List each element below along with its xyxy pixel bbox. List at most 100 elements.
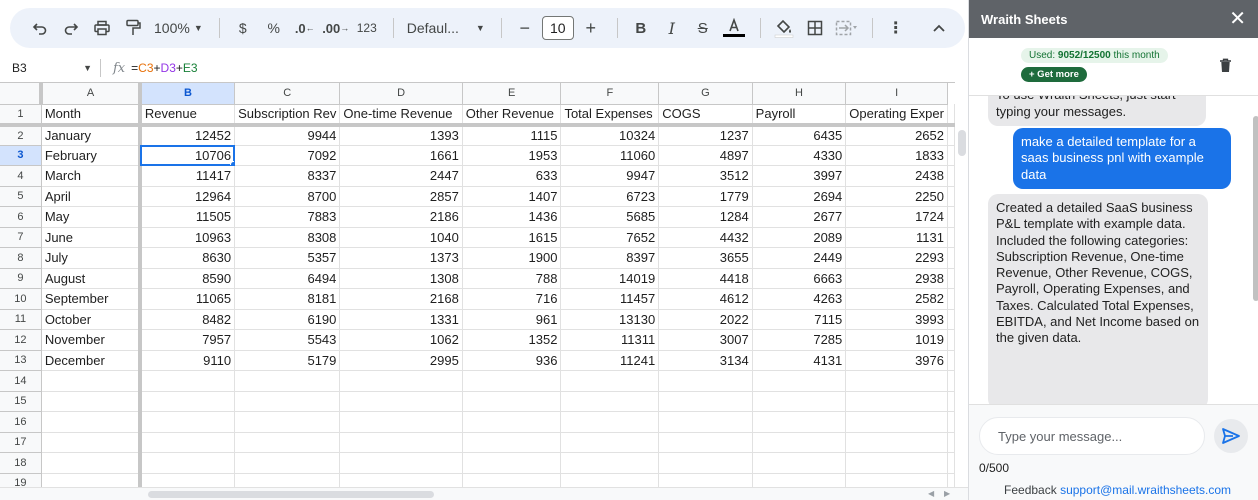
scrollbar-thumb[interactable] xyxy=(958,130,966,156)
row-header[interactable]: 10 xyxy=(0,288,42,310)
cell-a17[interactable] xyxy=(41,432,142,453)
cell-h5[interactable]: 2694 xyxy=(752,186,847,207)
cell-i4[interactable]: 2438 xyxy=(845,165,948,187)
row-header[interactable]: 15 xyxy=(0,391,42,412)
cell-g19[interactable] xyxy=(658,473,753,487)
cell-g8[interactable]: 3655 xyxy=(658,247,753,269)
cell-g7[interactable]: 4432 xyxy=(658,227,753,248)
cell-f17[interactable] xyxy=(560,432,660,453)
cell-e19[interactable] xyxy=(462,473,562,487)
cell-b4[interactable]: 11417 xyxy=(139,165,236,187)
cell-empty[interactable] xyxy=(947,309,955,330)
cell-e6[interactable]: 1436 xyxy=(462,206,562,228)
send-button[interactable] xyxy=(1214,419,1248,453)
cell-h16[interactable] xyxy=(752,411,847,433)
cell-f15[interactable] xyxy=(560,391,660,412)
cell-empty[interactable] xyxy=(947,288,955,310)
cell-a4[interactable]: March xyxy=(41,165,142,187)
cell-empty[interactable] xyxy=(947,411,955,433)
cell-empty[interactable] xyxy=(947,186,955,207)
number-format-button[interactable]: 123 xyxy=(353,14,381,42)
cell-d3[interactable]: 1661 xyxy=(339,145,463,166)
cell-f6[interactable]: 5685 xyxy=(560,206,660,228)
get-more-button[interactable]: + Get more xyxy=(1021,67,1087,82)
cell-h9[interactable]: 6663 xyxy=(752,268,847,289)
cell-d18[interactable] xyxy=(339,452,463,474)
close-icon[interactable]: ✕ xyxy=(1229,9,1246,29)
cell-d16[interactable] xyxy=(339,411,463,433)
column-header-b[interactable]: B xyxy=(139,83,236,105)
cell-b17[interactable] xyxy=(139,432,236,453)
cell-f1[interactable]: Total Expenses xyxy=(560,104,660,127)
cell-b15[interactable] xyxy=(139,391,236,412)
cell-b7[interactable]: 10963 xyxy=(139,227,236,248)
cell-e2[interactable]: 1115 xyxy=(462,124,562,146)
cell-i16[interactable] xyxy=(845,411,948,433)
cell-d6[interactable]: 2186 xyxy=(339,206,463,228)
decrease-decimal-button[interactable]: .0 ← xyxy=(291,14,319,42)
increase-font-size-icon[interactable]: + xyxy=(577,14,605,42)
cell-c4[interactable]: 8337 xyxy=(234,165,341,187)
bold-icon[interactable]: B xyxy=(627,14,655,42)
cell-g4[interactable]: 3512 xyxy=(658,165,753,187)
paint-format-icon[interactable] xyxy=(119,14,147,42)
cell-h19[interactable] xyxy=(752,473,847,487)
cell-e14[interactable] xyxy=(462,370,562,392)
scroll-right-icon[interactable]: ▶ xyxy=(944,489,950,498)
cell-g6[interactable]: 1284 xyxy=(658,206,753,228)
cell-e17[interactable] xyxy=(462,432,562,453)
fill-color-icon[interactable] xyxy=(770,14,798,42)
cell-e4[interactable]: 633 xyxy=(462,165,562,187)
scroll-left-icon[interactable]: ◀ xyxy=(928,489,934,498)
cell-e9[interactable]: 788 xyxy=(462,268,562,289)
cell-i9[interactable]: 2938 xyxy=(845,268,948,289)
cell-g18[interactable] xyxy=(658,452,753,474)
cell-a12[interactable]: November xyxy=(41,329,142,351)
cell-a5[interactable]: April xyxy=(41,186,142,207)
cell-e11[interactable]: 961 xyxy=(462,309,562,330)
cell-f19[interactable] xyxy=(560,473,660,487)
row-header[interactable]: 14 xyxy=(0,370,42,392)
merge-cells-icon[interactable] xyxy=(832,14,860,42)
cell-a15[interactable] xyxy=(41,391,142,412)
chevron-up-icon[interactable] xyxy=(925,14,953,42)
cell-c8[interactable]: 5357 xyxy=(234,247,341,269)
cell-h15[interactable] xyxy=(752,391,847,412)
column-header-g[interactable]: G xyxy=(658,83,753,105)
cell-f11[interactable]: 13130 xyxy=(560,309,660,330)
cell-b3[interactable]: 10706 xyxy=(139,145,236,166)
select-all-corner[interactable] xyxy=(0,83,44,105)
cell-e18[interactable] xyxy=(462,452,562,474)
cell-i3[interactable]: 1833 xyxy=(845,145,948,166)
row-header[interactable]: 17 xyxy=(0,432,42,453)
scrollbar-thumb[interactable] xyxy=(148,491,434,498)
cell-b5[interactable]: 12964 xyxy=(139,186,236,207)
chat-scrollbar[interactable] xyxy=(1253,116,1258,301)
cell-f14[interactable] xyxy=(560,370,660,392)
cell-h11[interactable]: 7115 xyxy=(752,309,847,330)
cell-c18[interactable] xyxy=(234,452,341,474)
cell-e12[interactable]: 1352 xyxy=(462,329,562,351)
cell-b10[interactable]: 11065 xyxy=(139,288,236,310)
cell-f8[interactable]: 8397 xyxy=(560,247,660,269)
cell-e8[interactable]: 1900 xyxy=(462,247,562,269)
cell-h13[interactable]: 4131 xyxy=(752,350,847,371)
percent-format-button[interactable]: % xyxy=(260,14,288,42)
cell-c5[interactable]: 8700 xyxy=(234,186,341,207)
row-header[interactable]: 16 xyxy=(0,411,42,433)
cell-c13[interactable]: 5179 xyxy=(234,350,341,371)
cell-h2[interactable]: 6435 xyxy=(752,124,847,146)
cell-e1[interactable]: Other Revenue xyxy=(462,104,562,127)
cell-c16[interactable] xyxy=(234,411,341,433)
cell-g1[interactable]: COGS xyxy=(658,104,753,127)
column-header-c[interactable]: C xyxy=(234,83,341,105)
cell-c11[interactable]: 6190 xyxy=(234,309,341,330)
increase-decimal-button[interactable]: .00 → xyxy=(322,14,350,42)
cell-empty[interactable] xyxy=(947,206,955,228)
cell-i2[interactable]: 2652 xyxy=(845,124,948,146)
cell-e16[interactable] xyxy=(462,411,562,433)
cell-i6[interactable]: 1724 xyxy=(845,206,948,228)
cell-empty[interactable] xyxy=(947,452,955,474)
cell-a6[interactable]: May xyxy=(41,206,142,228)
cell-c2[interactable]: 9944 xyxy=(234,124,341,146)
